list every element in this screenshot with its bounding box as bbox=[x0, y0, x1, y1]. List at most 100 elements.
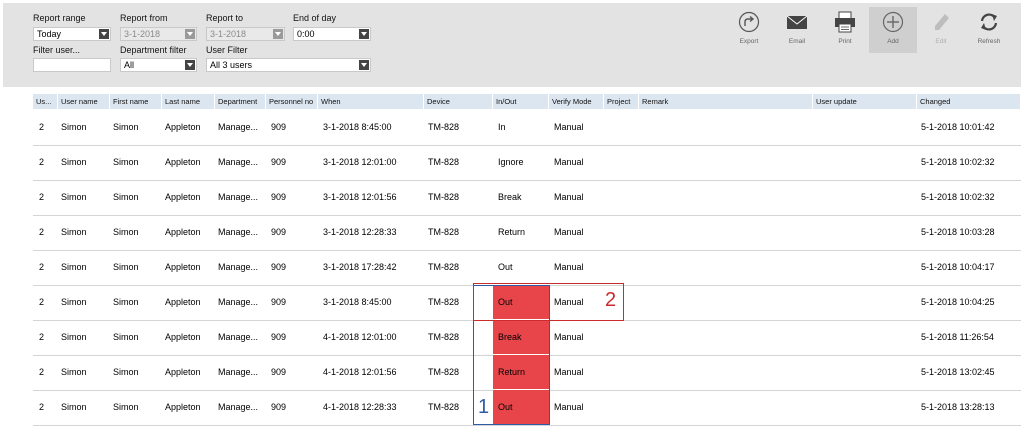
cell-device: TM-828 bbox=[428, 157, 460, 167]
cell-changed: 5-1-2018 13:28:13 bbox=[921, 402, 995, 412]
cell-department: Manage... bbox=[218, 192, 259, 202]
cell-when: 3-1-2018 12:28:33 bbox=[323, 227, 397, 237]
export-icon bbox=[738, 11, 760, 33]
cell-user-name: Simon bbox=[61, 332, 87, 342]
report-from-date[interactable]: 3-1-2018 bbox=[120, 27, 197, 41]
column-header-user-update[interactable]: User update bbox=[813, 94, 917, 109]
cell-last-name: Appleton bbox=[165, 192, 201, 202]
refresh-button[interactable]: Refresh bbox=[965, 7, 1013, 53]
cell-user-id: 2 bbox=[39, 332, 45, 342]
end-of-day-value: 0:00 bbox=[297, 29, 315, 39]
column-header-in-out[interactable]: In/Out bbox=[493, 94, 549, 109]
add-label: Add bbox=[887, 38, 899, 45]
cell-in-out: Break bbox=[498, 192, 522, 202]
cell-last-name: Appleton bbox=[165, 157, 201, 167]
filter-toolbar: Report range Today Report from 3-1-2018 … bbox=[3, 3, 1021, 87]
email-button[interactable]: Email bbox=[773, 7, 821, 53]
table-header: Us... User name First name Last name Departm… bbox=[33, 94, 1021, 109]
cell-device: TM-828 bbox=[428, 297, 460, 307]
cell-first-name: Simon bbox=[113, 332, 139, 342]
column-header-device[interactable]: Device bbox=[424, 94, 493, 109]
cell-personnel-no: 909 bbox=[271, 262, 287, 272]
end-of-day-label: End of day bbox=[293, 13, 337, 23]
cell-first-name: Simon bbox=[113, 227, 139, 237]
cell-last-name: Appleton bbox=[165, 122, 201, 132]
column-header-personnel-no[interactable]: Personnel no bbox=[266, 94, 318, 109]
chevron-down-icon bbox=[99, 29, 109, 39]
cell-verify-mode: Manual bbox=[554, 402, 584, 412]
cell-verify-mode: Manual bbox=[554, 262, 584, 272]
department-filter-value: All bbox=[124, 60, 135, 70]
cell-department: Manage... bbox=[218, 402, 259, 412]
cell-when: 3-1-2018 8:45:00 bbox=[323, 297, 392, 307]
column-header-changed[interactable]: Changed bbox=[917, 94, 1021, 109]
table-row[interactable]: 2 Simon Simon Appleton Manage... 909 3-1-2018 … bbox=[33, 250, 1021, 286]
chevron-down-icon bbox=[185, 29, 195, 39]
cell-in-out: Return bbox=[498, 227, 526, 237]
cell-user-id: 2 bbox=[39, 227, 45, 237]
filter-user-input[interactable] bbox=[33, 58, 111, 72]
edit-button[interactable]: Edit bbox=[917, 7, 965, 53]
cell-verify-mode: Manual bbox=[554, 192, 584, 202]
user-filter-select[interactable]: All 3 users bbox=[206, 58, 371, 72]
user-filter-label: User Filter bbox=[206, 45, 248, 55]
pencil-icon bbox=[935, 14, 949, 30]
end-of-day-select[interactable]: 0:00 bbox=[293, 27, 371, 41]
export-label: Export bbox=[739, 38, 759, 45]
cell-changed: 5-1-2018 10:03:28 bbox=[921, 227, 995, 237]
cell-user-id: 2 bbox=[39, 192, 45, 202]
print-label: Print bbox=[838, 38, 852, 45]
cell-changed: 5-1-2018 10:04:25 bbox=[921, 297, 995, 307]
column-header-user-name[interactable]: User name bbox=[58, 94, 110, 109]
cell-device: TM-828 bbox=[428, 367, 460, 377]
report-range-select[interactable]: Today bbox=[33, 27, 111, 41]
table-row[interactable]: 2 Simon Simon Appleton Manage... 909 3-1-2018 … bbox=[33, 110, 1021, 146]
cell-first-name: Simon bbox=[113, 297, 139, 307]
table-row[interactable]: 2 Simon Simon Appleton Manage... 909 3-1-2018 … bbox=[33, 180, 1021, 216]
column-header-project[interactable]: Project bbox=[604, 94, 639, 109]
cell-first-name: Simon bbox=[113, 367, 139, 377]
cell-user-id: 2 bbox=[39, 297, 45, 307]
cell-changed: 5-1-2018 13:02:45 bbox=[921, 367, 995, 377]
cell-last-name: Appleton bbox=[165, 262, 201, 272]
cell-changed: 5-1-2018 10:02:32 bbox=[921, 192, 995, 202]
column-header-when[interactable]: When bbox=[318, 94, 424, 109]
column-header-last-name[interactable]: Last name bbox=[162, 94, 215, 109]
chevron-down-icon bbox=[273, 29, 283, 39]
cell-user-name: Simon bbox=[61, 262, 87, 272]
cell-personnel-no: 909 bbox=[271, 402, 287, 412]
cell-user-name: Simon bbox=[61, 157, 87, 167]
cell-last-name: Appleton bbox=[165, 367, 201, 377]
cell-verify-mode: Manual bbox=[554, 227, 584, 237]
report-range-label: Report range bbox=[33, 13, 86, 23]
cell-user-id: 2 bbox=[39, 367, 45, 377]
column-header-user-id[interactable]: Us... bbox=[33, 94, 58, 109]
report-from-value: 3-1-2018 bbox=[124, 29, 161, 39]
column-header-first-name[interactable]: First name bbox=[110, 94, 162, 109]
cell-first-name: Simon bbox=[113, 402, 139, 412]
cell-personnel-no: 909 bbox=[271, 297, 287, 307]
export-button[interactable]: Export bbox=[725, 7, 773, 53]
column-header-verify-mode[interactable]: Verify Mode bbox=[549, 94, 604, 109]
cell-in-out: In bbox=[498, 122, 506, 132]
cell-changed: 5-1-2018 10:04:17 bbox=[921, 262, 995, 272]
edit-label: Edit bbox=[935, 38, 947, 45]
table-row[interactable]: 2 Simon Simon Appleton Manage... 909 3-1-2018 … bbox=[33, 215, 1021, 251]
cell-when: 4-1-2018 12:28:33 bbox=[323, 402, 397, 412]
department-filter-select[interactable]: All bbox=[120, 58, 197, 72]
add-button[interactable]: Add bbox=[869, 7, 917, 53]
department-filter-label: Department filter bbox=[120, 45, 187, 55]
cell-device: TM-828 bbox=[428, 122, 460, 132]
cell-last-name: Appleton bbox=[165, 227, 201, 237]
report-to-date[interactable]: 3-1-2018 bbox=[206, 27, 285, 41]
cell-device: TM-828 bbox=[428, 332, 460, 342]
cell-user-name: Simon bbox=[61, 367, 87, 377]
refresh-label: Refresh bbox=[977, 38, 1001, 45]
cell-personnel-no: 909 bbox=[271, 367, 287, 377]
email-icon bbox=[786, 15, 808, 29]
cell-verify-mode: Manual bbox=[554, 367, 584, 377]
table-row[interactable]: 2 Simon Simon Appleton Manage... 909 3-1-2018 … bbox=[33, 145, 1021, 181]
column-header-remark[interactable]: Remark bbox=[639, 94, 813, 109]
print-button[interactable]: Print bbox=[821, 7, 869, 53]
column-header-department[interactable]: Department bbox=[215, 94, 266, 109]
